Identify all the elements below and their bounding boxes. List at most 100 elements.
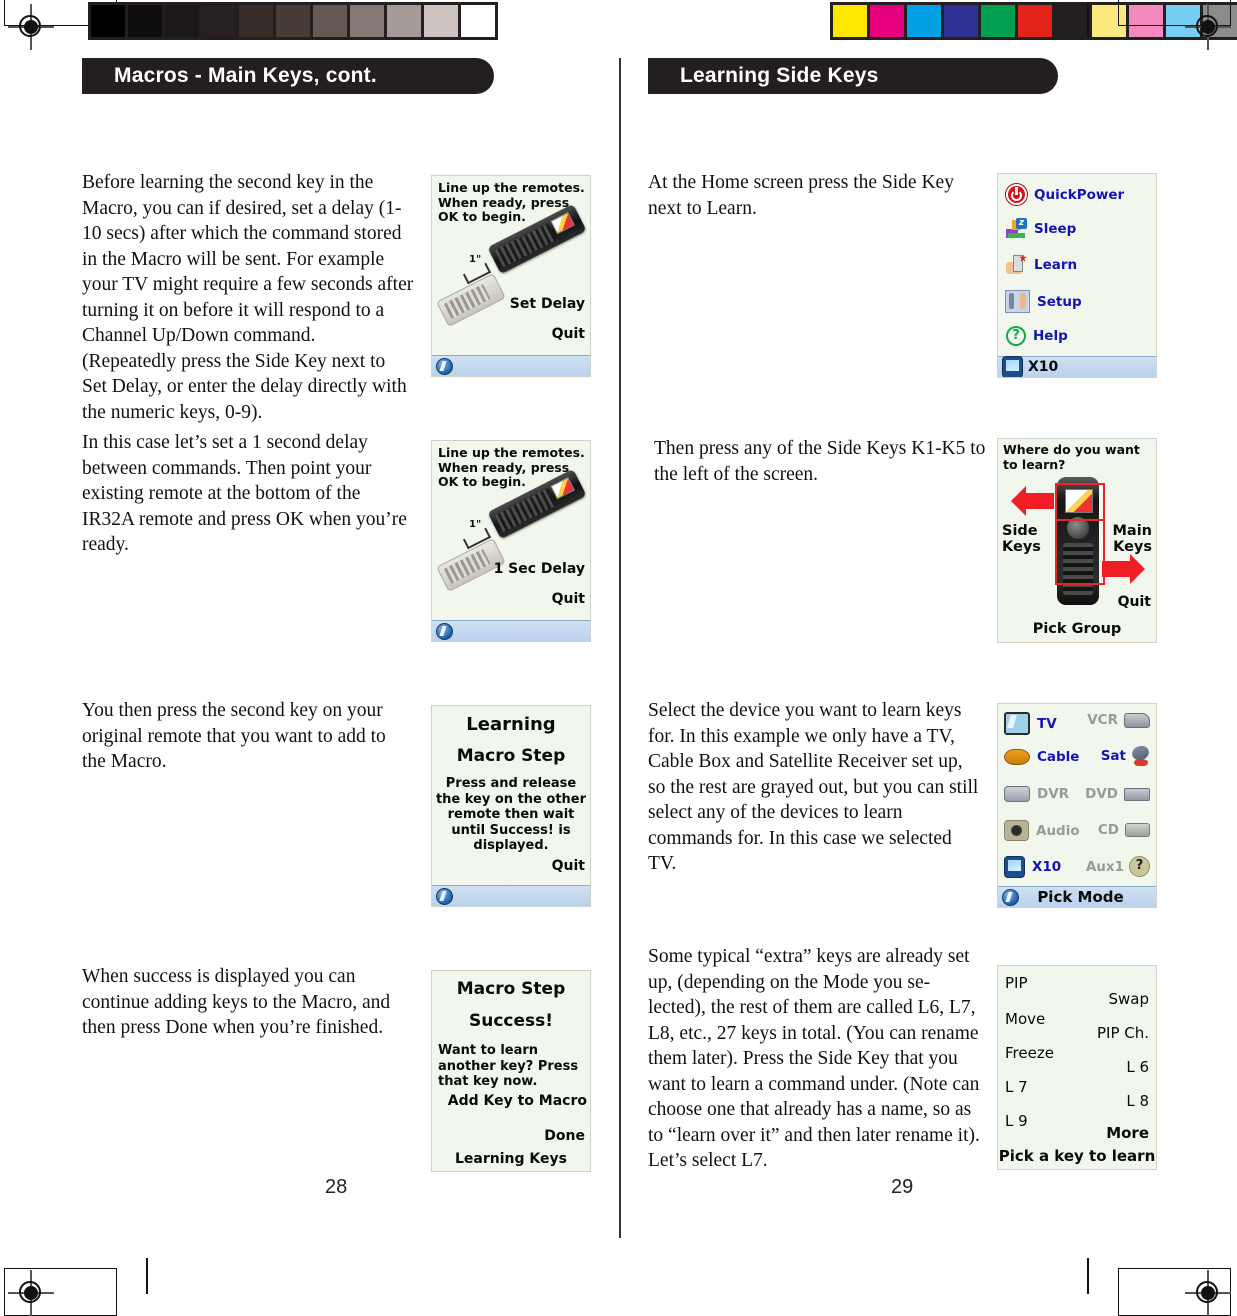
side-keys-arrow-icon — [1011, 486, 1054, 516]
device-label-dvd: DVD — [1085, 786, 1118, 802]
device-label-vcr: VCR — [1087, 712, 1118, 728]
calibration-patch-3 — [944, 5, 978, 37]
main-keys-label-1[interactable]: Main — [1112, 523, 1152, 539]
main-keys-label-2[interactable]: Keys — [1112, 539, 1152, 555]
key-move[interactable]: Move — [1005, 1010, 1045, 1028]
quit-button[interactable]: Quit — [552, 326, 585, 342]
one-sec-delay-button[interactable]: 1 Sec Delay — [494, 561, 585, 577]
macro-step-body-2: the key on the other — [435, 791, 587, 807]
device-label-tv: TV — [1037, 715, 1057, 732]
set-delay-button[interactable]: Set Delay — [510, 296, 585, 312]
learn-icon — [1006, 254, 1027, 274]
menu-item-learn[interactable]: Learn — [1006, 254, 1077, 274]
side-keys-label-1[interactable]: Side — [1002, 523, 1041, 539]
screen-home-menu[interactable]: QuickPower z Sleep Learn Setup ? Help X1… — [997, 173, 1157, 378]
screen-pick-key[interactable]: PIP Swap Move PIP Ch. Freeze L 6 L 7 L 8… — [997, 965, 1157, 1170]
sat-icon — [1130, 743, 1152, 766]
right-paragraph-2-block: Then press any of the Side Keys K1-K5 to… — [654, 436, 990, 487]
success-body-2: another key? Press — [438, 1058, 579, 1074]
macro-step-subtitle: Macro Step — [456, 746, 566, 766]
menu-label-help: Help — [1033, 328, 1068, 344]
device-row-x10[interactable]: X10 — [1004, 856, 1061, 878]
key-freeze[interactable]: Freeze — [1005, 1044, 1054, 1062]
audio-icon — [1004, 820, 1029, 841]
left-paragraph-4: When success is displayed you can contin… — [82, 966, 391, 1038]
calibration-patch-10 — [461, 5, 495, 37]
right-paragraph-1-block: At the Home screen press the Side Key ne… — [648, 170, 984, 221]
side-keys-highlight-box — [1055, 483, 1105, 521]
left-page-number: 28 — [325, 1176, 348, 1198]
calibration-patch-2 — [165, 5, 199, 37]
main-keys-highlight-box — [1055, 519, 1105, 585]
tv-icon — [1004, 712, 1030, 735]
device-row-cable[interactable]: Cable — [1004, 749, 1079, 765]
pick-mode-footer: Pick Mode — [1037, 888, 1124, 906]
where-prompt-line-1: Where do you want — [1003, 442, 1140, 457]
screen-line-up-1-sec-delay[interactable]: Line up the remotes. When ready, press O… — [431, 440, 591, 642]
device-label-audio: Audio — [1036, 822, 1080, 839]
add-key-to-macro-button[interactable]: Add Key to Macro — [448, 1093, 587, 1109]
key-l7[interactable]: L 7 — [1005, 1078, 1028, 1096]
device-row-dvr[interactable]: DVR — [1004, 786, 1069, 802]
right-page-heading: Learning Side Keys — [648, 58, 1058, 94]
quit-button[interactable]: Quit — [552, 591, 585, 607]
device-row-dvd[interactable]: DVD — [1085, 786, 1150, 802]
quit-button[interactable]: Quit — [1118, 594, 1151, 610]
done-button[interactable]: Done — [544, 1128, 585, 1144]
right-paragraph-3-block: Select the device you want to learn keys… — [648, 698, 984, 877]
left-paragraph-2-block: In this case let’s set a 1 second delay … — [82, 430, 414, 558]
device-row-audio[interactable]: Audio — [1004, 820, 1080, 841]
right-page-number: 29 — [891, 1176, 914, 1198]
device-row-aux1[interactable]: Aux1 ? — [1086, 856, 1150, 877]
trim-line-right — [1087, 2, 1089, 38]
key-swap[interactable]: Swap — [1108, 990, 1149, 1008]
calibration-patch-1 — [870, 5, 904, 37]
device-label-cd: CD — [1097, 822, 1119, 838]
device-row-cd[interactable]: CD — [1098, 822, 1150, 838]
menu-item-setup[interactable]: Setup — [1005, 290, 1082, 313]
key-l8[interactable]: L 8 — [1126, 1092, 1149, 1110]
key-l9[interactable]: L 9 — [1005, 1112, 1028, 1130]
registration-mark-top-right — [1185, 4, 1231, 50]
side-keys-label-2[interactable]: Keys — [1002, 539, 1041, 555]
device-row-sat[interactable]: Sat — [1100, 743, 1152, 766]
screen-where-to-learn[interactable]: Where do you want to learn? Side Keys Ma… — [997, 438, 1157, 643]
quit-button[interactable]: Quit — [552, 858, 585, 874]
registration-mark-bottom-left — [8, 1270, 54, 1316]
device-row-vcr[interactable]: VCR — [1087, 712, 1150, 728]
key-pip-ch[interactable]: PIP Ch. — [1097, 1024, 1149, 1042]
success-body-3: that key now. — [438, 1074, 538, 1089]
cd-icon — [1125, 823, 1150, 837]
device-label-cable: Cable — [1037, 749, 1080, 765]
dvr-icon — [1004, 786, 1030, 802]
pick-key-footer: Pick a key to learn — [998, 1147, 1156, 1165]
main-keys-arrow-icon — [1102, 554, 1145, 584]
menu-item-sleep[interactable]: z Sleep — [1006, 218, 1076, 238]
calibration-patch-6 — [313, 5, 347, 37]
device-label-sat: Sat — [1100, 748, 1126, 764]
menu-item-quickpower[interactable]: QuickPower — [1006, 184, 1124, 205]
screen-learning-macro-step[interactable]: Learning Macro Step Press and release th… — [431, 705, 591, 907]
macro-step-body-4: until Success! is — [451, 822, 571, 838]
x10-icon — [1004, 856, 1025, 878]
grayscale-calibration-bar — [88, 2, 498, 40]
status-bar — [432, 355, 590, 376]
screen-pick-mode[interactable]: TV VCR Cable Sat DVR DVD Audio CD X10 Au… — [997, 703, 1157, 908]
screen-macro-step-success[interactable]: Macro Step Success! Want to learn anothe… — [431, 970, 591, 1172]
device-row-tv[interactable]: TV — [1004, 712, 1057, 735]
key-pip[interactable]: PIP — [1005, 974, 1028, 992]
key-l6[interactable]: L 6 — [1126, 1058, 1149, 1076]
macro-step-body-1: Press and release — [445, 776, 577, 791]
left-paragraph-2: In this case let’s set a 1 second delay … — [82, 432, 407, 555]
where-prompt-line-2: to learn? — [1003, 456, 1066, 472]
menu-item-help[interactable]: ? Help — [1006, 326, 1068, 346]
macro-step-body-5: displayed. — [473, 838, 549, 853]
calibration-patch-8 — [387, 5, 421, 37]
trim-line-bottom-right — [1087, 1258, 1089, 1294]
status-label-x10: X10 — [1028, 359, 1059, 375]
macro-step-body-3: remote then wait — [447, 807, 575, 822]
success-subtitle: Success! — [468, 1011, 554, 1031]
menu-label-setup: Setup — [1037, 293, 1082, 310]
more-button[interactable]: More — [1106, 1124, 1149, 1142]
screen-line-up-set-delay[interactable]: Line up the remotes. When ready, press O… — [431, 175, 591, 377]
